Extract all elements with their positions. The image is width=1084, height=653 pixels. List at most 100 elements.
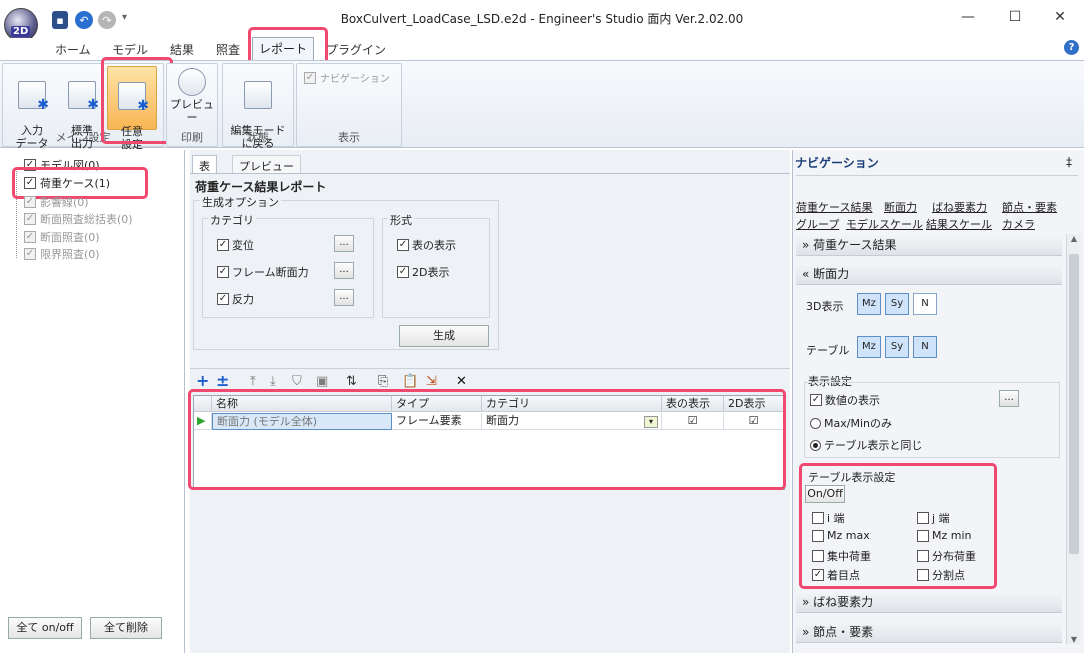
input-data-button[interactable]: ✱ 入力 データ xyxy=(8,66,56,150)
preview-label: プレビュー xyxy=(170,98,214,124)
nav-link-camera[interactable]: カメラ xyxy=(1002,216,1035,232)
section-spring[interactable]: » ばね要素力 xyxy=(796,591,1062,613)
tree-checkbox[interactable]: ✓ xyxy=(24,230,36,243)
toggle-table-sy[interactable]: Sy xyxy=(885,336,909,358)
move-up-icon[interactable]: ⤒ xyxy=(250,374,256,389)
category-frame-force[interactable]: ✓ フレーム断面力 xyxy=(217,264,309,280)
toggle-3d-mz[interactable]: Mz xyxy=(857,293,881,315)
category-reaction[interactable]: ✓ 反力 xyxy=(217,291,254,307)
splitter xyxy=(190,368,790,369)
hand-icon xyxy=(244,81,272,109)
scroll-down-icon[interactable]: ▼ xyxy=(1067,635,1081,644)
magnifier-icon xyxy=(178,68,206,96)
standard-output-button[interactable]: ✱ 標準 出力 xyxy=(58,66,106,150)
scroll-up-icon[interactable]: ▲ xyxy=(1067,234,1081,243)
generate-button[interactable]: 生成 xyxy=(399,325,489,347)
radio[interactable] xyxy=(810,417,821,429)
navigation-toggle[interactable]: ✓ ナビゲーション xyxy=(304,70,390,85)
menu-check[interactable]: 照査 xyxy=(216,41,240,58)
delete-all-button[interactable]: 全て削除 xyxy=(90,617,162,639)
format-2d[interactable]: ✓ 2D表示 xyxy=(397,264,449,280)
section-force[interactable]: « 断面力 xyxy=(796,263,1062,285)
paste-icon[interactable]: 📋 xyxy=(402,374,418,389)
scroll-thumb[interactable] xyxy=(1069,254,1079,554)
category-label-text: 反力 xyxy=(232,293,254,306)
section-node[interactable]: » 節点・要素 xyxy=(796,621,1062,643)
tree-checkbox[interactable]: ✓ xyxy=(24,212,36,225)
tab-divider xyxy=(190,173,790,174)
nav-scrollbar[interactable]: ▲ ▼ xyxy=(1066,234,1081,644)
move-down-icon[interactable]: ⤓ xyxy=(270,374,276,389)
import-icon[interactable]: ⇲ xyxy=(426,374,437,389)
report-title: 荷重ケース結果レポート xyxy=(195,180,327,194)
same-as-table-option[interactable]: テーブル表示と同じ xyxy=(810,437,922,453)
tab-preview[interactable]: プレビュー xyxy=(232,155,301,173)
duplicate-icon[interactable]: ▣ xyxy=(316,374,328,389)
standard-output-icon: ✱ xyxy=(68,81,99,112)
group-label-print: 印刷 xyxy=(181,131,203,144)
nav-link-group[interactable]: グループ xyxy=(796,216,839,232)
group-label-display: 表示 xyxy=(338,131,360,144)
minimize-button[interactable]: — xyxy=(948,6,988,28)
copy-icon[interactable]: ⎘ xyxy=(378,374,388,389)
merge-icon[interactable]: ⛉ xyxy=(292,374,302,389)
nav-divider xyxy=(796,175,1078,176)
toggle-table-mz[interactable]: Mz xyxy=(857,336,881,358)
displacement-more-button[interactable]: ... xyxy=(334,235,354,252)
nav-link-section-force[interactable]: 断面力 xyxy=(884,199,917,215)
menu-plugin[interactable]: プラグイン xyxy=(326,41,386,58)
toggle-table-n[interactable]: N xyxy=(913,336,937,358)
add-row-icon[interactable]: + xyxy=(196,371,209,390)
menu-home[interactable]: ホーム xyxy=(55,41,91,58)
checkbox[interactable]: ✓ xyxy=(810,394,822,406)
category-displacement[interactable]: ✓ 変位 xyxy=(217,237,254,253)
sort-icon[interactable]: ⇅ xyxy=(346,374,357,389)
tree-checkbox[interactable]: ✓ xyxy=(24,195,36,208)
tree-label: 断面照査総括表(0) xyxy=(40,212,133,226)
delete-row-icon[interactable]: ✕ xyxy=(456,374,467,389)
pin-icon[interactable]: ‡ xyxy=(1066,155,1072,169)
maximize-button[interactable]: ☐ xyxy=(995,6,1035,28)
nav-link-load-case[interactable]: 荷重ケース結果 xyxy=(796,199,872,215)
checkbox[interactable]: ✓ xyxy=(397,266,409,278)
tree-item-section-summary[interactable]: ✓ 断面照査総括表(0) xyxy=(24,210,133,227)
toggle-3d-sy[interactable]: Sy xyxy=(885,293,909,315)
checkbox[interactable]: ✓ xyxy=(397,239,409,251)
radio[interactable] xyxy=(810,439,821,451)
menu-results[interactable]: 結果 xyxy=(170,41,194,58)
nav-link-spring[interactable]: ばね要素力 xyxy=(932,199,987,215)
reaction-more-button[interactable]: ... xyxy=(334,289,354,306)
category-label-text: フレーム断面力 xyxy=(232,266,309,279)
tree-item-section-check[interactable]: ✓ 断面照査(0) xyxy=(24,228,100,245)
nav-link-node[interactable]: 節点・要素 xyxy=(1002,199,1057,215)
format-table[interactable]: ✓ 表の表示 xyxy=(397,237,456,253)
checkbox[interactable]: ✓ xyxy=(217,266,229,278)
toggle-3d-n[interactable]: N xyxy=(913,293,937,315)
all-toggle-button[interactable]: 全て on/off xyxy=(8,617,82,639)
tab-table[interactable]: 表 xyxy=(192,155,217,173)
maxmin-label: Max/Minのみ xyxy=(824,417,892,430)
frame-force-more-button[interactable]: ... xyxy=(334,262,354,279)
tree-checkbox[interactable]: ✓ xyxy=(24,247,36,260)
show-values-option[interactable]: ✓ 数値の表示 xyxy=(810,392,880,408)
checkbox[interactable]: ✓ xyxy=(217,293,229,305)
checkbox[interactable]: ✓ xyxy=(217,239,229,251)
format-label-text: 表の表示 xyxy=(412,239,456,252)
help-icon[interactable]: ? xyxy=(1064,40,1079,55)
tree-item-influence-line[interactable]: ✓ 影響線(0) xyxy=(24,193,89,210)
gen-options-label: 生成オプション xyxy=(200,194,281,210)
menu-model[interactable]: モデル xyxy=(112,41,148,58)
tree-item-limit-check[interactable]: ✓ 限界照査(0) xyxy=(24,245,100,262)
show-values-more-button[interactable]: ... xyxy=(999,390,1019,407)
highlight-custom-settings xyxy=(101,57,173,144)
preview-button[interactable]: プレビュー xyxy=(168,66,216,130)
category-label: カテゴリ xyxy=(208,212,256,228)
section-load-case[interactable]: » 荷重ケース結果 xyxy=(796,234,1062,256)
back-to-edit-button[interactable]: 編集モード に戻る xyxy=(226,66,290,150)
add-child-icon[interactable]: ± xyxy=(216,371,229,390)
maxmin-option[interactable]: Max/Minのみ xyxy=(810,415,892,431)
nav-link-result-scale[interactable]: 結果スケール xyxy=(926,216,992,232)
nav-link-model-scale[interactable]: モデルスケール xyxy=(846,216,923,232)
close-button[interactable]: ✕ xyxy=(1040,6,1080,28)
standard-output-label: 標準 出力 xyxy=(71,124,93,150)
